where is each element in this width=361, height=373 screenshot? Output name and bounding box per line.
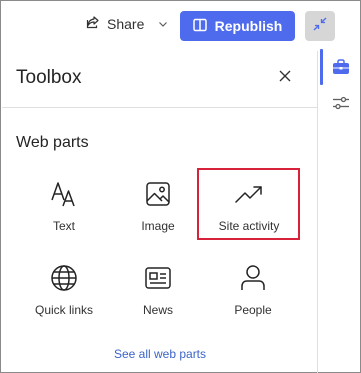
toolbox-panel: Toolbox Web parts Text Image Site activi… — [2, 51, 318, 373]
web-part-news[interactable]: News — [116, 257, 200, 327]
panel-title: Toolbox — [16, 67, 82, 88]
web-part-quick-links[interactable]: Quick links — [22, 257, 106, 327]
see-all-web-parts-link[interactable]: See all web parts — [2, 347, 318, 361]
web-part-label: Image — [141, 219, 175, 233]
command-bar: Share Republish — [1, 1, 360, 49]
share-button[interactable]: Share — [85, 11, 168, 37]
globe-icon — [49, 263, 79, 293]
right-rail — [319, 49, 361, 373]
web-part-label: People — [234, 303, 272, 317]
web-part-people[interactable]: People — [211, 257, 295, 327]
person-icon — [238, 263, 268, 293]
web-part-image[interactable]: Image — [116, 173, 200, 243]
text-icon — [49, 179, 79, 209]
news-icon — [143, 263, 173, 293]
close-button[interactable] — [274, 67, 296, 89]
web-part-text[interactable]: Text — [22, 173, 106, 243]
image-icon — [143, 179, 173, 209]
web-part-label: Quick links — [34, 303, 93, 317]
highlight-box — [197, 168, 300, 240]
republish-label: Republish — [214, 18, 283, 34]
share-icon — [85, 14, 101, 35]
section-title: Web parts — [16, 134, 89, 151]
close-icon — [278, 69, 292, 88]
share-label: Share — [107, 16, 145, 32]
web-part-label: News — [142, 303, 173, 317]
rail-toolbox-button[interactable] — [329, 57, 353, 81]
republish-button[interactable]: Republish — [180, 11, 295, 41]
collapse-button[interactable] — [305, 11, 335, 41]
chevron-down-icon[interactable] — [158, 19, 168, 29]
settings-sliders-icon — [332, 95, 350, 116]
divider — [2, 107, 318, 108]
app-frame: Share Republish Toolbox Web parts Text I… — [0, 0, 361, 373]
active-indicator — [320, 49, 323, 85]
rail-settings-button[interactable] — [329, 93, 353, 117]
toolbox-icon — [332, 58, 350, 80]
layout-icon — [192, 18, 207, 35]
collapse-arrows-icon — [312, 16, 328, 37]
web-part-label: Text — [52, 219, 75, 233]
